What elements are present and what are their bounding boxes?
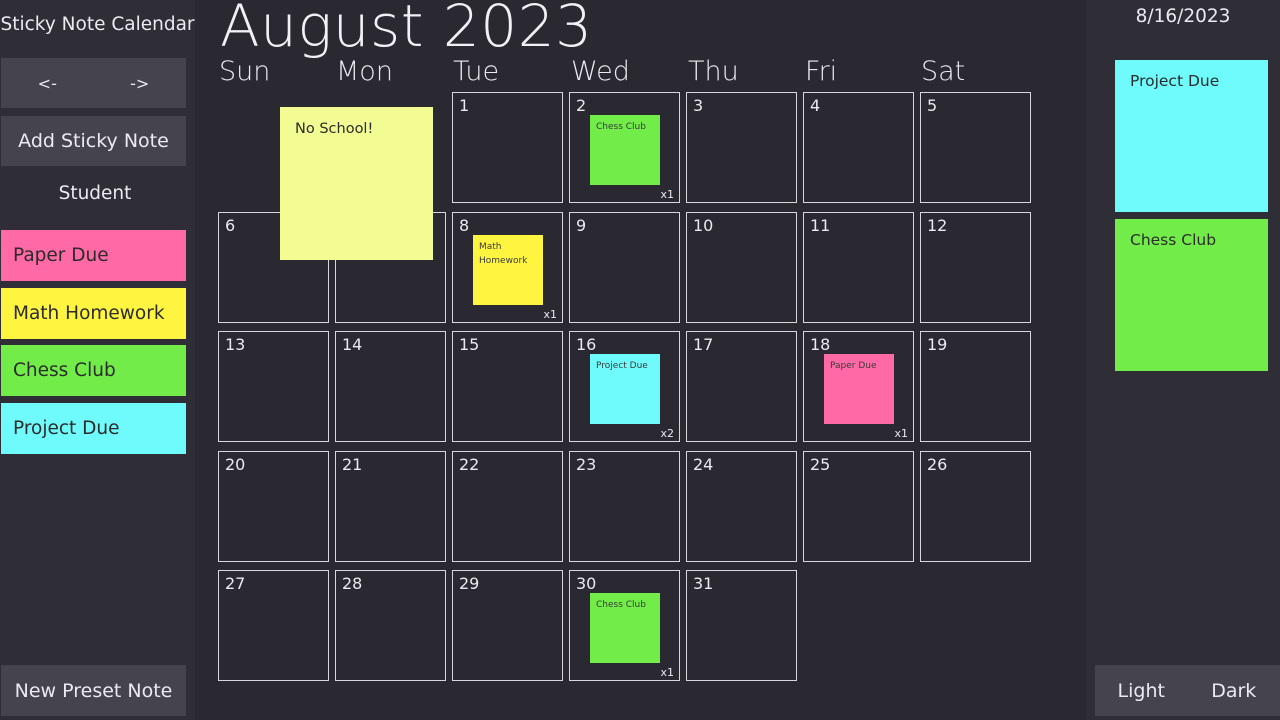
day-cell-12[interactable]: 12: [920, 212, 1031, 323]
floating-sticky-note-text: No School!: [295, 121, 374, 137]
day-cell-28[interactable]: 28: [335, 570, 446, 681]
day-number: 21: [342, 455, 363, 474]
note-count-badge: x1: [660, 666, 674, 679]
day-cell-17[interactable]: 17: [686, 331, 797, 442]
month-navigation: <- ->: [1, 58, 186, 108]
preset-group-heading: Student: [58, 183, 132, 204]
day-cell-18[interactable]: 18 Paper Due x1: [803, 331, 914, 442]
day-number: 1: [459, 96, 470, 115]
add-sticky-note-button[interactable]: Add Sticky Note: [1, 116, 186, 166]
day-number: 22: [459, 455, 480, 474]
day-cell-8[interactable]: 8 Math Homework x1: [452, 212, 563, 323]
day-cell-15[interactable]: 15: [452, 331, 563, 442]
day-number: 4: [810, 96, 821, 115]
selected-day-note-chess-club[interactable]: Chess Club: [1115, 219, 1268, 371]
day-number: 28: [342, 574, 363, 593]
day-number: 11: [810, 216, 831, 235]
day-number: 31: [693, 574, 714, 593]
previous-month-button[interactable]: <-: [1, 58, 94, 108]
day-cell-24[interactable]: 24: [686, 451, 797, 562]
day-cell-27[interactable]: 27: [218, 570, 329, 681]
day-cell-10[interactable]: 10: [686, 212, 797, 323]
day-number: 8: [459, 216, 470, 235]
day-cell-31[interactable]: 31: [686, 570, 797, 681]
day-cell-16[interactable]: 16 Project Due x2: [569, 331, 680, 442]
weekday-sun: Sun: [219, 56, 271, 87]
theme-toggle: Light Dark: [1095, 665, 1280, 716]
day-number: 12: [927, 216, 948, 235]
note-count-badge: x1: [894, 427, 908, 440]
day-cell-13[interactable]: 13: [218, 331, 329, 442]
dark-theme-button[interactable]: Dark: [1188, 665, 1280, 716]
day-cell-2[interactable]: 2 Chess Club x1: [569, 92, 680, 203]
left-sidebar: Sticky Note Calendar <- -> Add Sticky No…: [0, 0, 195, 720]
day-cell-29[interactable]: 29: [452, 570, 563, 681]
day-number: 30: [576, 574, 597, 593]
day-number: 9: [576, 216, 587, 235]
day-number: 6: [225, 216, 236, 235]
day-cell-20[interactable]: 20: [218, 451, 329, 562]
note-count-badge: x1: [660, 188, 674, 201]
day-number: 16: [576, 335, 597, 354]
weekday-thu: Thu: [688, 56, 739, 87]
day-sticky-note[interactable]: Chess Club: [590, 593, 660, 663]
day-sticky-note[interactable]: Chess Club: [590, 115, 660, 185]
day-cell-3[interactable]: 3: [686, 92, 797, 203]
day-cell-23[interactable]: 23: [569, 451, 680, 562]
day-cell-5[interactable]: 5: [920, 92, 1031, 203]
light-theme-button[interactable]: Light: [1095, 665, 1188, 716]
day-number: 13: [225, 335, 246, 354]
day-number: 20: [225, 455, 246, 474]
day-number: 15: [459, 335, 480, 354]
day-cell-19[interactable]: 19: [920, 331, 1031, 442]
day-number: 26: [927, 455, 948, 474]
day-cell-22[interactable]: 22: [452, 451, 563, 562]
selected-date: 8/16/2023: [1135, 6, 1231, 27]
preset-note-project-due[interactable]: Project Due: [1, 403, 186, 454]
new-preset-note-button[interactable]: New Preset Note: [1, 665, 186, 716]
day-number: 2: [576, 96, 587, 115]
next-month-button[interactable]: ->: [94, 58, 187, 108]
note-count-badge: x1: [543, 308, 557, 321]
day-number: 27: [225, 574, 246, 593]
weekday-mon: Mon: [336, 56, 393, 87]
month-title: August 2023: [220, 0, 593, 60]
day-number: 19: [927, 335, 948, 354]
note-count-badge: x2: [660, 427, 674, 440]
day-sticky-note[interactable]: Math Homework: [473, 235, 543, 305]
floating-sticky-note[interactable]: No School!: [280, 107, 433, 260]
day-sticky-note[interactable]: Project Due: [590, 354, 660, 424]
day-number: 14: [342, 335, 363, 354]
weekday-tue: Tue: [453, 56, 500, 87]
day-cell-21[interactable]: 21: [335, 451, 446, 562]
day-detail-panel: 8/16/2023 Project Due Chess Club Light Da…: [1086, 0, 1280, 720]
day-number: 17: [693, 335, 714, 354]
preset-note-chess-club[interactable]: Chess Club: [1, 345, 186, 396]
day-number: 3: [693, 96, 704, 115]
day-cell-4[interactable]: 4: [803, 92, 914, 203]
day-number: 25: [810, 455, 831, 474]
day-cell-9[interactable]: 9: [569, 212, 680, 323]
weekday-sat: Sat: [921, 56, 966, 87]
day-number: 5: [927, 96, 938, 115]
weekday-fri: Fri: [805, 56, 838, 87]
preset-note-paper-due[interactable]: Paper Due: [1, 230, 186, 281]
day-number: 24: [693, 455, 714, 474]
day-cell-1[interactable]: 1: [452, 92, 563, 203]
day-number: 10: [693, 216, 714, 235]
selected-day-note-project-due[interactable]: Project Due: [1115, 60, 1268, 212]
preset-note-math-homework[interactable]: Math Homework: [1, 288, 186, 339]
day-sticky-note[interactable]: Paper Due: [824, 354, 894, 424]
day-number: 18: [810, 335, 831, 354]
app-title: Sticky Note Calendar: [0, 14, 195, 35]
day-number: 23: [576, 455, 597, 474]
day-cell-25[interactable]: 25: [803, 451, 914, 562]
weekday-wed: Wed: [571, 56, 630, 87]
app-window: Sticky Note Calendar <- -> Add Sticky No…: [0, 0, 1280, 720]
day-number: 29: [459, 574, 480, 593]
day-cell-11[interactable]: 11: [803, 212, 914, 323]
day-cell-14[interactable]: 14: [335, 331, 446, 442]
day-cell-26[interactable]: 26: [920, 451, 1031, 562]
day-cell-30[interactable]: 30 Chess Club x1: [569, 570, 680, 681]
